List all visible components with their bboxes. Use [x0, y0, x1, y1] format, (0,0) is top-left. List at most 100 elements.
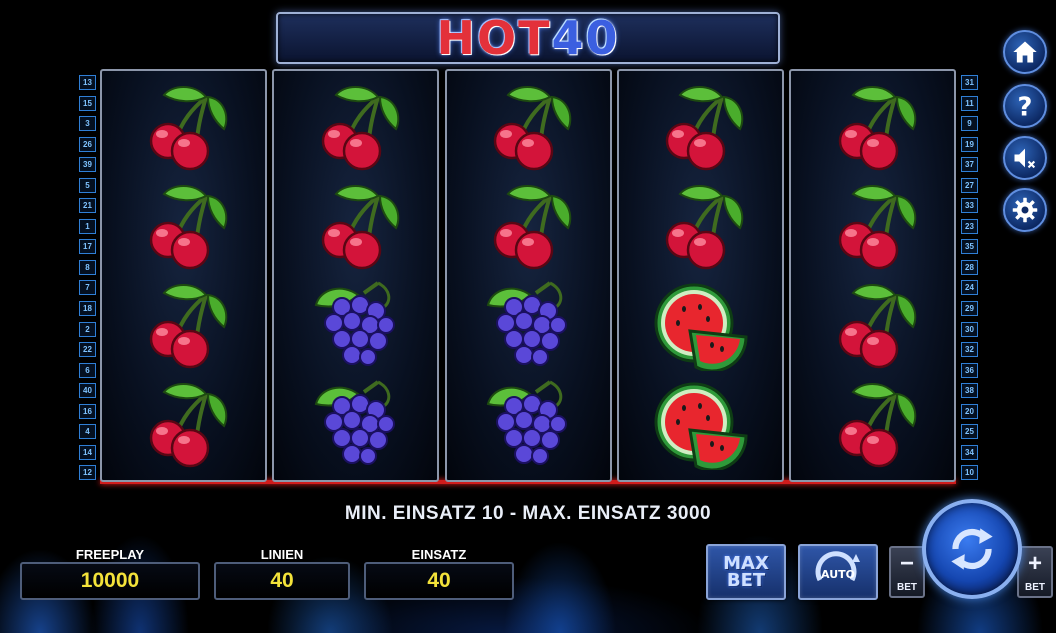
sound-muted-icon — [1014, 148, 1036, 169]
reel-4 — [616, 69, 784, 482]
line-number[interactable]: 29 — [961, 301, 978, 317]
cherry-symbol — [473, 178, 583, 274]
title-number: 40 — [551, 11, 620, 65]
line-number[interactable]: 7 — [79, 280, 96, 296]
linien-value: 40 — [214, 562, 350, 600]
line-number[interactable]: 24 — [961, 280, 978, 296]
line-number[interactable]: 40 — [79, 383, 96, 399]
line-number[interactable]: 20 — [961, 403, 978, 419]
grapes-symbol — [301, 277, 411, 373]
line-number[interactable]: 15 — [79, 95, 96, 111]
line-number[interactable]: 23 — [961, 218, 978, 234]
minus-icon: − — [899, 550, 914, 577]
line-number[interactable]: 27 — [961, 177, 978, 193]
cherry-symbol — [301, 79, 411, 175]
bet-plus-label: BET — [1025, 582, 1045, 593]
bet-plus-button[interactable]: + BET — [1017, 546, 1053, 598]
freeplay-label: FREEPLAY — [75, 547, 145, 562]
line-number[interactable]: 39 — [79, 157, 96, 173]
line-number[interactable]: 28 — [961, 259, 978, 275]
line-number[interactable]: 1 — [79, 218, 96, 234]
bet-limits-text: MIN. EINSATZ 10 - MAX. EINSATZ 3000 — [344, 503, 712, 524]
reel-2 — [272, 69, 440, 482]
plus-icon: + — [1027, 550, 1042, 577]
cherry-symbol — [818, 178, 928, 274]
cherry-symbol — [645, 79, 755, 175]
line-number[interactable]: 5 — [79, 177, 96, 193]
title-hot: HOT — [436, 11, 552, 65]
cherry-symbol — [645, 178, 755, 274]
line-number[interactable]: 14 — [79, 444, 96, 460]
reel-1 — [100, 69, 267, 482]
max-bet-line2: BET — [726, 570, 766, 591]
line-number[interactable]: 31 — [961, 75, 978, 90]
home-icon — [1013, 41, 1037, 63]
cherry-symbol — [129, 178, 239, 274]
line-number[interactable]: 37 — [961, 157, 978, 173]
line-number[interactable]: 21 — [79, 198, 96, 214]
line-number[interactable]: 33 — [961, 198, 978, 214]
cherry-symbol — [129, 79, 239, 175]
svg-text:?: ? — [1018, 92, 1033, 120]
line-number[interactable]: 8 — [79, 259, 96, 275]
line-number[interactable]: 26 — [79, 136, 96, 152]
line-number[interactable]: 10 — [961, 465, 978, 481]
line-number[interactable]: 3 — [79, 116, 96, 132]
grapes-symbol — [301, 376, 411, 472]
line-number[interactable]: 38 — [961, 383, 978, 399]
line-number[interactable]: 35 — [961, 239, 978, 255]
bet-minus-button[interactable]: − BET — [889, 546, 925, 598]
line-number[interactable]: 19 — [961, 136, 978, 152]
line-numbers-right: 31 11 9 19 37 27 33 23 35 28 24 29 30 32 36 38 20 25 34 10 — [961, 75, 978, 486]
bet-minus-label: BET — [897, 582, 917, 593]
reel-3 — [444, 69, 612, 482]
line-number[interactable]: 4 — [79, 424, 96, 440]
auto-icon: AUTO — [815, 551, 860, 582]
reels-area — [100, 69, 956, 484]
sound-button[interactable] — [1003, 136, 1047, 180]
gear-icon — [1012, 197, 1038, 223]
question-icon: ? — [1018, 92, 1033, 120]
watermelon-symbol — [645, 376, 755, 472]
line-number[interactable]: 11 — [961, 95, 978, 111]
einsatz-label: EINSATZ — [411, 547, 467, 562]
line-number[interactable]: 13 — [79, 75, 96, 90]
freeplay-value: 10000 — [20, 562, 200, 600]
line-number[interactable]: 2 — [79, 321, 96, 337]
spin-arrows-icon — [951, 528, 993, 570]
einsatz-value: 40 — [364, 562, 514, 600]
cherry-symbol — [818, 79, 928, 175]
line-number[interactable]: 6 — [79, 362, 96, 378]
cherry-symbol — [818, 376, 928, 472]
watermelon-symbol — [645, 277, 755, 373]
line-number[interactable]: 17 — [79, 239, 96, 255]
settings-button[interactable] — [1003, 188, 1047, 232]
max-bet-button[interactable]: MAX BET — [706, 544, 786, 600]
home-button[interactable] — [1003, 30, 1047, 74]
help-button[interactable]: ? — [1003, 84, 1047, 128]
cherry-symbol — [129, 277, 239, 373]
cherry-symbol — [129, 376, 239, 472]
line-number[interactable]: 18 — [79, 301, 96, 317]
cherry-symbol — [301, 178, 411, 274]
line-number[interactable]: 34 — [961, 444, 978, 460]
line-number[interactable]: 9 — [961, 116, 978, 132]
grapes-symbol — [473, 277, 583, 373]
linien-label: LINIEN — [260, 547, 304, 562]
line-number[interactable]: 30 — [961, 321, 978, 337]
line-number[interactable]: 36 — [961, 362, 978, 378]
cherry-symbol — [473, 79, 583, 175]
auto-button[interactable]: AUTO — [798, 544, 878, 600]
cherry-symbol — [818, 277, 928, 373]
line-number[interactable]: 16 — [79, 403, 96, 419]
auto-label: AUTO — [821, 568, 855, 581]
line-number[interactable]: 25 — [961, 424, 978, 440]
game-title-banner: HOT40 — [276, 11, 780, 65]
line-number[interactable]: 12 — [79, 465, 96, 481]
reel-5 — [789, 69, 956, 482]
spin-button[interactable] — [922, 499, 1022, 599]
line-numbers-left: 13 15 3 26 39 5 21 1 17 8 7 18 2 22 6 40 16 4 14 12 — [79, 75, 96, 486]
line-number[interactable]: 22 — [79, 342, 96, 358]
line-number[interactable]: 32 — [961, 342, 978, 358]
grapes-symbol — [473, 376, 583, 472]
